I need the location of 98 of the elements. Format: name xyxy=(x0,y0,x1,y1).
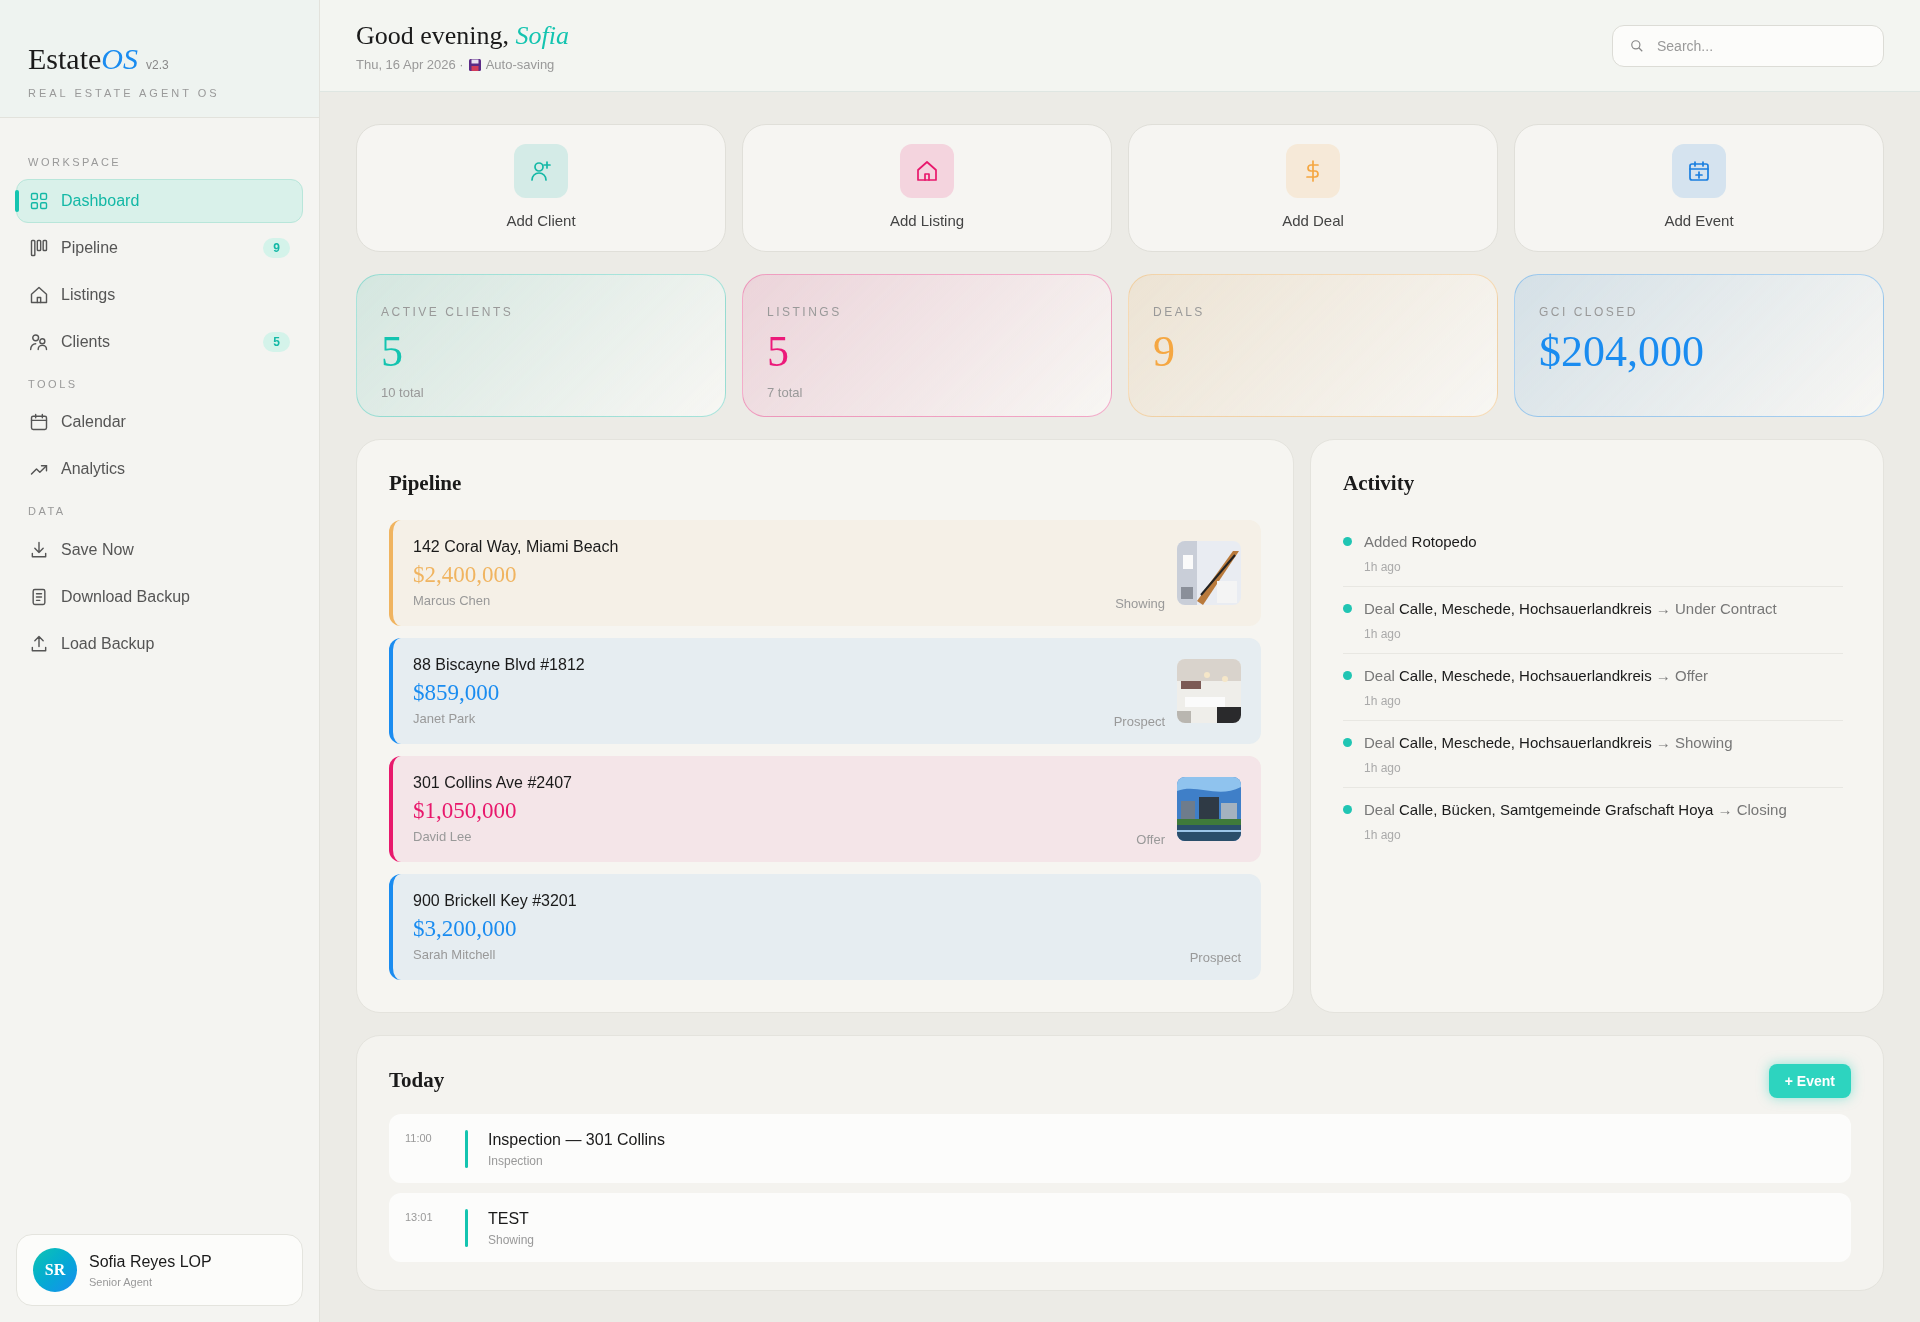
stage-label: Showing xyxy=(1115,595,1165,613)
deal-price: $3,200,000 xyxy=(413,914,518,943)
stat-subtext: 7 total xyxy=(767,384,804,402)
calendar-plus-icon xyxy=(1687,158,1711,183)
activity-text: Deal Calle, Meschede, Hochsauerlandkreis → Offer xyxy=(1364,665,1709,686)
event-accent-bar xyxy=(465,1208,468,1247)
stat-label: ACTIVE CLIENTS xyxy=(381,304,515,321)
activity-time: 1h ago xyxy=(1364,625,1402,643)
person-plus-icon xyxy=(529,158,553,183)
house-icon xyxy=(915,158,939,183)
action-label: Add Event xyxy=(1664,210,1734,231)
event-time: 11:00 xyxy=(405,1131,433,1146)
activity-text: Deal Calle, Meschede, Hochsauerlandkreis → Showing xyxy=(1364,732,1733,753)
deal-address: 301 Collins Ave #2407 xyxy=(413,772,573,793)
event-card[interactable]: 11:00 Inspection — 301 Collins Inspection xyxy=(389,1114,1851,1183)
deal-price: $859,000 xyxy=(413,678,501,707)
event-type: Inspection xyxy=(488,1152,544,1170)
client-name: Janet Park xyxy=(413,709,477,728)
user-role: Senior Agent xyxy=(89,1274,153,1290)
count-badge: 9 xyxy=(263,237,290,258)
stage-label: Prospect xyxy=(1189,949,1241,967)
activity-time: 1h ago xyxy=(1364,692,1402,710)
house-icon xyxy=(29,284,49,305)
save-status: Auto-saving xyxy=(485,56,555,75)
action-label: Add Listing xyxy=(889,210,965,231)
event-type: Showing xyxy=(488,1231,535,1249)
section-heading: WORKSPACE xyxy=(27,155,123,170)
quick-action-card[interactable]: Add Client xyxy=(356,124,726,252)
deal-address: 142 Coral Way, Miami Beach xyxy=(413,536,620,557)
nav-item[interactable]: Listings xyxy=(16,272,303,317)
client-name: David Lee xyxy=(413,827,473,846)
event-time: 13:01 xyxy=(405,1210,434,1225)
stat-value: $204,000 xyxy=(1539,326,1705,378)
upload-icon xyxy=(29,633,49,654)
nav-item[interactable]: Pipeline 9 xyxy=(16,225,303,270)
event-title: Inspection — 301 Collins xyxy=(488,1129,665,1150)
user-avatar: SR xyxy=(33,1248,77,1292)
version-label: v2.3 xyxy=(146,57,169,74)
event-card[interactable]: 13:01 TEST Showing xyxy=(389,1193,1851,1262)
document-icon xyxy=(29,586,49,607)
stat-label: GCI CLOSED xyxy=(1539,304,1639,321)
panel-title: Today xyxy=(389,1067,445,1095)
section-heading: TOOLS xyxy=(27,376,79,392)
stage-label: Prospect xyxy=(1113,713,1165,731)
stat-value: 5 xyxy=(767,326,790,378)
search-icon xyxy=(1630,38,1644,53)
deal-card[interactable]: 900 Brickell Key #3201 $3,200,000 Sarah Mitchell Prospect xyxy=(389,873,1261,980)
nav-item[interactable]: Download Backup xyxy=(16,574,303,619)
nav-item[interactable]: Analytics xyxy=(16,447,303,491)
deal-card[interactable]: 142 Coral Way, Miami Beach $2,400,000 Marcus Chen Showing xyxy=(389,519,1261,626)
activity-text: Deal Calle, Meschede, Hochsauerlandkreis → Under Contract xyxy=(1364,598,1777,619)
stat-subtext: 10 total xyxy=(381,384,425,402)
deal-card[interactable]: 301 Collins Ave #2407 $1,050,000 David Lee Offer xyxy=(389,755,1261,862)
stage-label: Offer xyxy=(1136,831,1165,849)
stat-label: LISTINGS xyxy=(767,304,843,321)
panel-title: Activity xyxy=(1343,470,1416,497)
client-name: Sarah Mitchell xyxy=(413,945,497,964)
panel-title: Pipeline xyxy=(389,470,463,497)
event-accent-bar xyxy=(465,1129,468,1168)
deal-price: $1,050,000 xyxy=(413,796,518,825)
nav-item[interactable]: Clients 5 xyxy=(16,319,303,364)
stat-value: 9 xyxy=(1153,326,1176,378)
active-indicator xyxy=(15,189,19,212)
activity-text: Deal Calle, Bücken, Samtgemeinde Grafschaft Hoya → Closing xyxy=(1364,799,1787,820)
event-title: TEST xyxy=(488,1208,530,1229)
search-field[interactable]: Search... xyxy=(1612,24,1884,67)
deal-price: $2,400,000 xyxy=(413,560,518,589)
user-name: Sofia Reyes LOP xyxy=(89,1251,212,1272)
activity-time: 1h ago xyxy=(1364,759,1402,777)
stat-value: 5 xyxy=(381,326,404,378)
quick-action-card[interactable]: Add Deal xyxy=(1128,124,1498,252)
activity-text: Added Rotopedo xyxy=(1364,531,1477,552)
columns-icon xyxy=(29,237,49,258)
app-tagline: REAL ESTATE AGENT OS xyxy=(28,86,221,101)
download-icon xyxy=(29,539,49,560)
nav-item[interactable]: Load Backup xyxy=(16,621,303,666)
activity-time: 1h ago xyxy=(1364,826,1402,844)
calendar-icon xyxy=(29,412,49,432)
people-icon xyxy=(29,331,49,352)
app-logo: EstateOS xyxy=(28,41,138,77)
action-label: Add Deal xyxy=(1282,210,1344,231)
quick-action-card[interactable]: Add Event xyxy=(1514,124,1884,252)
quick-action-card[interactable]: Add Listing xyxy=(742,124,1112,252)
client-name: Marcus Chen xyxy=(413,591,492,610)
deal-card[interactable]: 88 Biscayne Blvd #1812 $859,000 Janet Park Prospect xyxy=(389,637,1261,744)
deal-address: 900 Brickell Key #3201 xyxy=(413,890,578,911)
nav-item[interactable]: Calendar xyxy=(16,400,303,444)
nav-item[interactable]: Save Now xyxy=(16,527,303,572)
count-badge: 5 xyxy=(263,331,290,352)
section-heading: DATA xyxy=(27,504,67,519)
user-card[interactable]: SR Sofia Reyes LOP Senior Agent xyxy=(16,1234,303,1306)
date-label: Thu, 16 Apr 2026 · xyxy=(356,56,464,75)
greeting-title: Good evening, Sofia xyxy=(356,20,570,53)
grid-icon xyxy=(29,190,49,211)
stat-label: DEALS xyxy=(1153,304,1206,321)
action-label: Add Client xyxy=(506,210,576,231)
activity-time: 1h ago xyxy=(1364,558,1402,576)
deal-address: 88 Biscayne Blvd #1812 xyxy=(413,654,586,675)
